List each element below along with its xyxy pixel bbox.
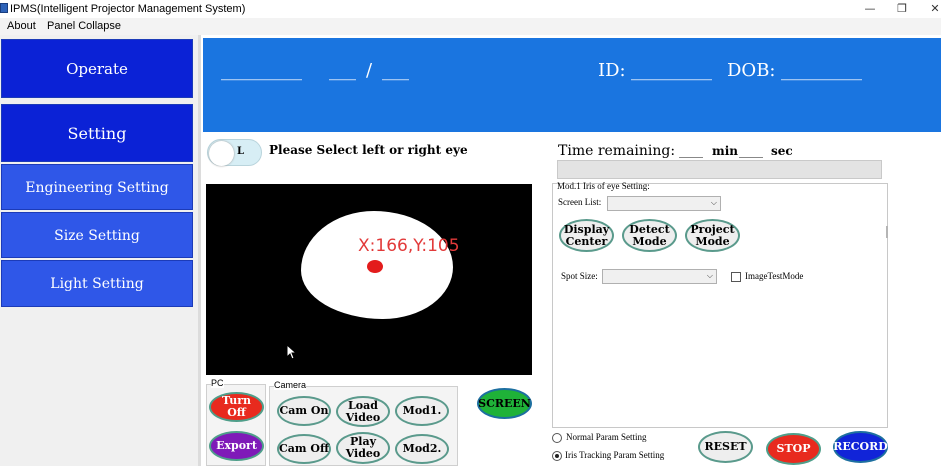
camera-video-view: X:166,Y:105	[206, 184, 532, 375]
image-test-mode-checkbox[interactable]	[731, 272, 741, 282]
load-video-button[interactable]: Load Video	[336, 396, 390, 427]
close-button[interactable]: ✕	[921, 1, 941, 17]
camera-group-title: Camera	[274, 380, 307, 390]
sidebar-item-light-setting[interactable]: Light Setting	[1, 260, 193, 307]
screen-button[interactable]: SCREEN	[477, 388, 532, 419]
spot-size-dropdown[interactable]: ⌵	[602, 269, 717, 284]
header-field-1: _________	[221, 60, 302, 81]
pc-group-title: PC	[211, 378, 224, 388]
sidebar-item-operate[interactable]: Operate	[1, 39, 193, 98]
header-field-2: ___	[329, 60, 356, 81]
coordinate-readout: X:166,Y:105	[358, 236, 460, 256]
cam-on-button[interactable]: Cam On	[277, 396, 331, 426]
iris-tracking-param-label: Iris Tracking Param Setting	[565, 450, 665, 460]
spot-size-label: Spot Size:	[561, 271, 598, 281]
sidebar-item-engineering-setting[interactable]: Engineering Setting	[1, 164, 193, 210]
turn-off-button[interactable]: Turn Off	[209, 392, 264, 422]
time-remaining-label: Time remaining:	[558, 143, 676, 159]
export-button[interactable]: Export	[209, 431, 264, 461]
cam-off-button[interactable]: Cam Off	[277, 434, 331, 464]
menu-panel-collapse[interactable]: Panel Collapse	[47, 20, 121, 32]
header-field-3: ___	[382, 60, 409, 81]
sidebar-item-size-setting[interactable]: Size Setting	[1, 212, 193, 258]
detect-mode-button[interactable]: Detect Mode	[622, 219, 677, 252]
maximize-button[interactable]: ❐	[888, 1, 916, 17]
menu-bar: About Panel Collapse	[0, 18, 941, 35]
title-bar: IPMS(Intelligent Projector Management Sy…	[0, 0, 941, 18]
panel-divider	[886, 226, 888, 238]
screen-list-label: Screen List:	[558, 197, 602, 207]
chevron-down-icon: ⌵	[706, 271, 713, 280]
id-value: _________	[631, 60, 712, 81]
dob-value: _________	[781, 60, 862, 81]
app-icon	[0, 3, 8, 13]
mod2-button[interactable]: Mod2.	[395, 434, 449, 464]
time-min-value: ____	[679, 144, 703, 158]
mouse-cursor-icon	[286, 344, 298, 360]
header-slash: /	[366, 60, 373, 81]
mod1-button[interactable]: Mod1.	[395, 396, 449, 426]
eye-toggle-label: L	[237, 146, 245, 157]
eye-toggle[interactable]: L	[207, 139, 262, 166]
image-test-mode-label: ImageTestMode	[745, 271, 804, 281]
time-sec-value: ____	[739, 144, 763, 158]
dob-label: DOB:	[727, 60, 776, 81]
menu-about[interactable]: About	[7, 20, 36, 32]
screen-list-dropdown[interactable]: ⌵	[607, 196, 721, 211]
iris-tracking-param-radio[interactable]	[552, 451, 562, 461]
sidebar-item-setting[interactable]: Setting	[1, 104, 193, 162]
tracking-dot	[367, 260, 383, 273]
mod1-title: Mod.1 Iris of eye Setting:	[557, 181, 650, 191]
display-center-button[interactable]: Display Center	[559, 219, 614, 252]
time-sec-unit: sec	[771, 144, 793, 158]
minimize-button[interactable]: —	[856, 1, 884, 17]
eye-prompt: Please Select left or right eye	[269, 143, 468, 157]
patient-header: _________ ___ / ___ ID: _________ DOB: _…	[203, 38, 941, 132]
normal-param-radio[interactable]	[552, 433, 562, 443]
time-min-unit: min	[712, 144, 738, 158]
time-progress-bar	[557, 160, 882, 179]
record-button[interactable]: RECORD	[833, 431, 888, 463]
stop-button[interactable]: STOP	[766, 433, 821, 465]
reset-button[interactable]: RESET	[698, 431, 753, 463]
project-mode-button[interactable]: Project Mode	[685, 219, 740, 252]
chevron-down-icon: ⌵	[710, 198, 717, 207]
toggle-knob	[209, 141, 234, 166]
window-title: IPMS(Intelligent Projector Management Sy…	[10, 3, 246, 15]
id-label: ID:	[598, 60, 626, 81]
normal-param-label: Normal Param Setting	[566, 432, 647, 442]
play-video-button[interactable]: Play Video	[336, 432, 390, 464]
